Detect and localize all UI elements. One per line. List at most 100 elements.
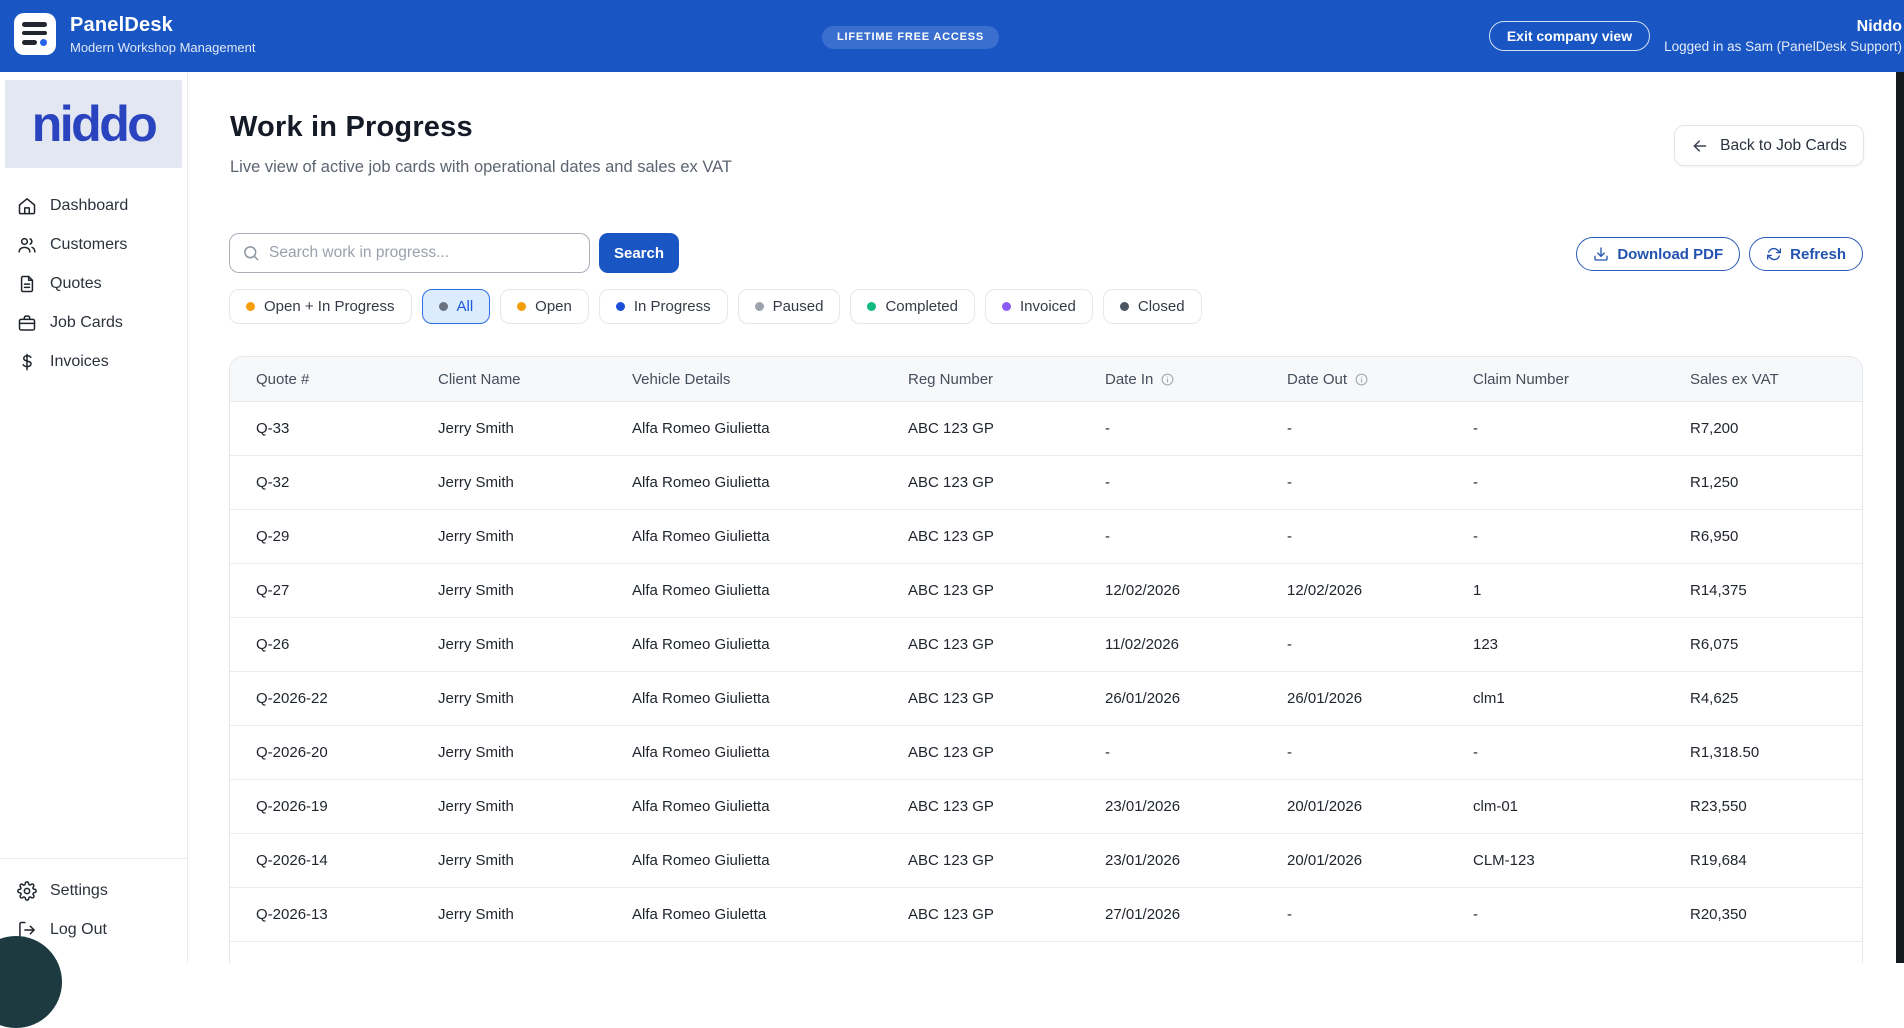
status-dot — [1002, 302, 1011, 311]
table-row[interactable]: Q-2026-22Jerry SmithAlfa Romeo Giulietta… — [230, 672, 1862, 726]
users-icon — [17, 235, 37, 255]
table-row[interactable]: Q-2026-14Jerry SmithAlfa Romeo Giulietta… — [230, 834, 1862, 888]
table-header-row: Quote #Client NameVehicle DetailsReg Num… — [230, 357, 1862, 402]
cell-value: ABC 123 GP — [908, 852, 994, 869]
document-icon — [17, 274, 37, 294]
top-header: PanelDesk Modern Workshop Management LIF… — [0, 0, 1904, 72]
filter-chip-all[interactable]: All — [422, 289, 491, 324]
sidebar: niddo Dashboard CustomersQuotesJob CardsI… — [0, 72, 188, 963]
sidebar-item-label: Settings — [50, 882, 108, 900]
column-header-label: Claim Number — [1473, 371, 1569, 388]
cell-value: 20/01/2026 — [1287, 798, 1362, 815]
filter-chip-in-progress[interactable]: In Progress — [599, 289, 728, 324]
sidebar-item-dashboard[interactable]: Dashboard — [0, 186, 187, 225]
search-input[interactable] — [269, 234, 589, 272]
table-row[interactable]: Q-29Jerry SmithAlfa Romeo GiuliettaABC 1… — [230, 510, 1862, 564]
sidebar-item-settings[interactable]: Settings — [0, 871, 187, 910]
cell-date-in: 23/01/2026 — [1079, 834, 1261, 887]
sidebar-item-customers[interactable]: Customers — [0, 225, 187, 264]
cell-vehicle-details: Alfa Romeo Giulietta — [606, 618, 882, 671]
niddo-logo: niddo — [5, 80, 182, 168]
status-dot — [439, 302, 448, 311]
cell-value: - — [1473, 744, 1478, 761]
cell-value: Alfa Romeo Giulietta — [632, 798, 770, 815]
table-row[interactable]: Q-32Jerry SmithAlfa Romeo GiuliettaABC 1… — [230, 456, 1862, 510]
cell-sales-ex-vat: R6,950 — [1664, 510, 1862, 563]
table-row[interactable]: Q-2026-20Jerry SmithAlfa Romeo Giulietta… — [230, 726, 1862, 780]
refresh-button[interactable]: Refresh — [1749, 237, 1863, 271]
cell-sales-ex-vat: R14,375 — [1664, 564, 1862, 617]
cell-value: Alfa Romeo Giulietta — [632, 420, 770, 437]
sidebar-item-label: Dashboard — [50, 197, 128, 215]
cell-value: Jerry Smith — [438, 528, 514, 545]
sidebar-item-quotes[interactable]: Quotes — [0, 264, 187, 303]
cell-value: Alfa Romeo Giulietta — [632, 636, 770, 653]
lifetime-access-badge: LIFETIME FREE ACCESS — [822, 26, 999, 49]
brand-text: PanelDesk Modern Workshop Management — [70, 14, 255, 55]
scrollbar[interactable] — [1896, 72, 1904, 963]
cell-reg-number: ABC 123 GP — [882, 888, 1079, 941]
cell-claim-number: 1 — [1447, 564, 1664, 617]
cell-value: 12/02/2026 — [1287, 582, 1362, 599]
cell-value: - — [1287, 906, 1292, 923]
cell-value: ABC 123 GP — [908, 744, 994, 761]
cell-reg-number: ABC 123 GP — [882, 564, 1079, 617]
cell-sales-ex-vat: R7,200 — [1664, 402, 1862, 455]
table-row[interactable]: Q-2026-13Jerry SmithAlfa Romeo GiulettaA… — [230, 888, 1862, 942]
cell-value: R14,375 — [1690, 582, 1747, 599]
arrow-left-icon — [1691, 137, 1709, 155]
cell-client-name: Jerry Smith — [412, 456, 606, 509]
cell-value: Jerry Smith — [438, 636, 514, 653]
exit-company-view-button[interactable]: Exit company view — [1489, 21, 1650, 51]
cell-reg-number: ABC 123 GP — [882, 726, 1079, 779]
cell-value: R6,950 — [1690, 528, 1738, 545]
status-dot — [616, 302, 625, 311]
cell-sales-ex-vat: R19,684 — [1664, 834, 1862, 887]
cell-reg-number: ABC 123 GP — [882, 510, 1079, 563]
cell-value: Q-2026-14 — [256, 852, 328, 869]
sidebar-item-invoices[interactable]: Invoices — [0, 342, 187, 381]
table-row[interactable]: Q-2026-19Jerry SmithAlfa Romeo Giulietta… — [230, 780, 1862, 834]
cell-claim-number: 123 — [1447, 618, 1664, 671]
column-header-claim-number: Claim Number — [1447, 357, 1664, 401]
cell-value: Jerry Smith — [438, 582, 514, 599]
table-row[interactable]: Q-27Jerry SmithAlfa Romeo GiuliettaABC 1… — [230, 564, 1862, 618]
cell-claim-number: CLM-123 — [1447, 834, 1664, 887]
column-header-quote: Quote # — [230, 357, 412, 401]
cell-value: R19,684 — [1690, 852, 1747, 869]
sidebar-item-job-cards[interactable]: Job Cards — [0, 303, 187, 342]
info-icon[interactable] — [1160, 372, 1175, 387]
table-row[interactable]: Q-26Jerry SmithAlfa Romeo GiuliettaABC 1… — [230, 618, 1862, 672]
back-button-label: Back to Job Cards — [1720, 137, 1847, 155]
download-pdf-button[interactable]: Download PDF — [1576, 237, 1740, 271]
cell-value: R20,350 — [1690, 906, 1747, 923]
filter-chip-completed[interactable]: Completed — [850, 289, 975, 324]
search-button[interactable]: Search — [599, 233, 679, 273]
column-header-reg-number: Reg Number — [882, 357, 1079, 401]
cell-value: - — [1105, 474, 1110, 491]
niddo-logo-text: niddo — [32, 95, 156, 153]
filter-chip-closed[interactable]: Closed — [1103, 289, 1202, 324]
cell-quote: Q-2026-14 — [230, 834, 412, 887]
filter-chip-paused[interactable]: Paused — [738, 289, 841, 324]
cell-value: Q-32 — [256, 474, 289, 491]
filter-chip-open-in-progress[interactable]: Open + In Progress — [229, 289, 412, 324]
logged-in-as: Logged in as Sam (PanelDesk Support) — [1664, 39, 1902, 54]
cell-date-out: - — [1261, 618, 1447, 671]
cell-sales-ex-vat: R6,075 — [1664, 618, 1862, 671]
filter-chip-open[interactable]: Open — [500, 289, 589, 324]
filter-chip-invoiced[interactable]: Invoiced — [985, 289, 1093, 324]
back-to-job-cards-button[interactable]: Back to Job Cards — [1674, 125, 1864, 166]
cell-value: Alfa Romeo Giulietta — [632, 528, 770, 545]
logo-dot — [40, 39, 47, 46]
cell-date-out: 20/01/2026 — [1261, 780, 1447, 833]
cell-date-in: - — [1079, 726, 1261, 779]
table-row[interactable]: Q-33Jerry SmithAlfa Romeo GiuliettaABC 1… — [230, 402, 1862, 456]
cell-date-out: - — [1261, 456, 1447, 509]
cell-value: - — [1105, 528, 1110, 545]
cell-value: - — [1105, 744, 1110, 761]
cell-date-in: 23/01/2026 — [1079, 780, 1261, 833]
cell-client-name: Jerry Smith — [412, 618, 606, 671]
briefcase-icon — [17, 313, 37, 333]
info-icon[interactable] — [1354, 372, 1369, 387]
